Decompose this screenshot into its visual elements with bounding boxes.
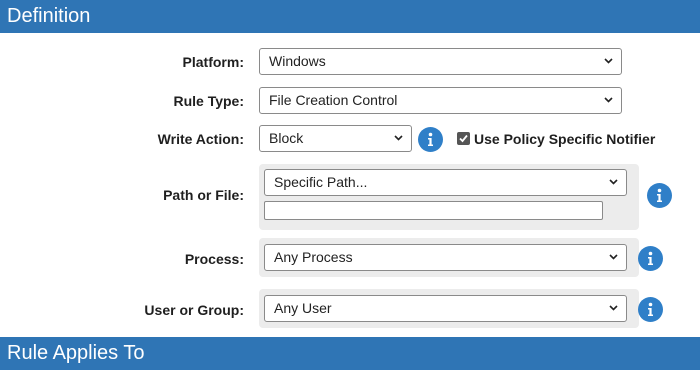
write-action-info-icon[interactable] — [418, 127, 443, 152]
write-action-select-value: Block — [269, 130, 304, 146]
path-input[interactable] — [264, 201, 603, 220]
user-or-group-select-value: Any User — [274, 300, 332, 316]
definition-section-header: Definition — [0, 0, 700, 33]
use-policy-notifier-label[interactable]: Use Policy Specific Notifier — [474, 131, 655, 147]
use-policy-notifier-checkbox[interactable] — [457, 132, 470, 145]
path-or-file-label: Path or File: — [163, 187, 244, 203]
platform-label: Platform: — [182, 54, 244, 70]
chevron-down-icon — [609, 305, 618, 311]
user-or-group-label: User or Group: — [144, 302, 244, 318]
rule-type-select-value: File Creation Control — [269, 92, 398, 108]
process-select-value: Any Process — [274, 249, 353, 265]
info-icon — [657, 188, 662, 202]
chevron-down-icon — [609, 179, 618, 185]
chevron-down-icon — [604, 58, 613, 64]
chevron-down-icon — [604, 97, 613, 103]
info-icon — [648, 302, 653, 316]
write-action-select[interactable]: Block — [259, 125, 412, 152]
checkmark-icon — [459, 134, 468, 143]
process-select[interactable]: Any Process — [264, 244, 627, 271]
rule-applies-section-header[interactable]: Rule Applies To — [0, 337, 700, 370]
write-action-label: Write Action: — [157, 131, 244, 147]
chevron-down-icon — [394, 135, 403, 141]
process-label: Process: — [184, 251, 244, 267]
path-or-file-select[interactable]: Specific Path... — [264, 169, 627, 196]
rule-type-label: Rule Type: — [173, 93, 244, 109]
chevron-down-icon — [609, 254, 618, 260]
info-icon — [428, 132, 433, 146]
rule-type-select[interactable]: File Creation Control — [259, 87, 622, 114]
platform-select[interactable]: Windows — [259, 48, 622, 75]
user-or-group-select[interactable]: Any User — [264, 295, 627, 322]
path-or-file-info-icon[interactable] — [647, 183, 672, 208]
definition-title: Definition — [7, 5, 91, 27]
rule-applies-title: Rule Applies To — [7, 342, 145, 364]
path-or-file-select-value: Specific Path... — [274, 174, 368, 190]
user-or-group-info-icon[interactable] — [638, 297, 663, 322]
process-info-icon[interactable] — [638, 246, 663, 271]
platform-select-value: Windows — [269, 53, 326, 69]
info-icon — [648, 251, 653, 265]
